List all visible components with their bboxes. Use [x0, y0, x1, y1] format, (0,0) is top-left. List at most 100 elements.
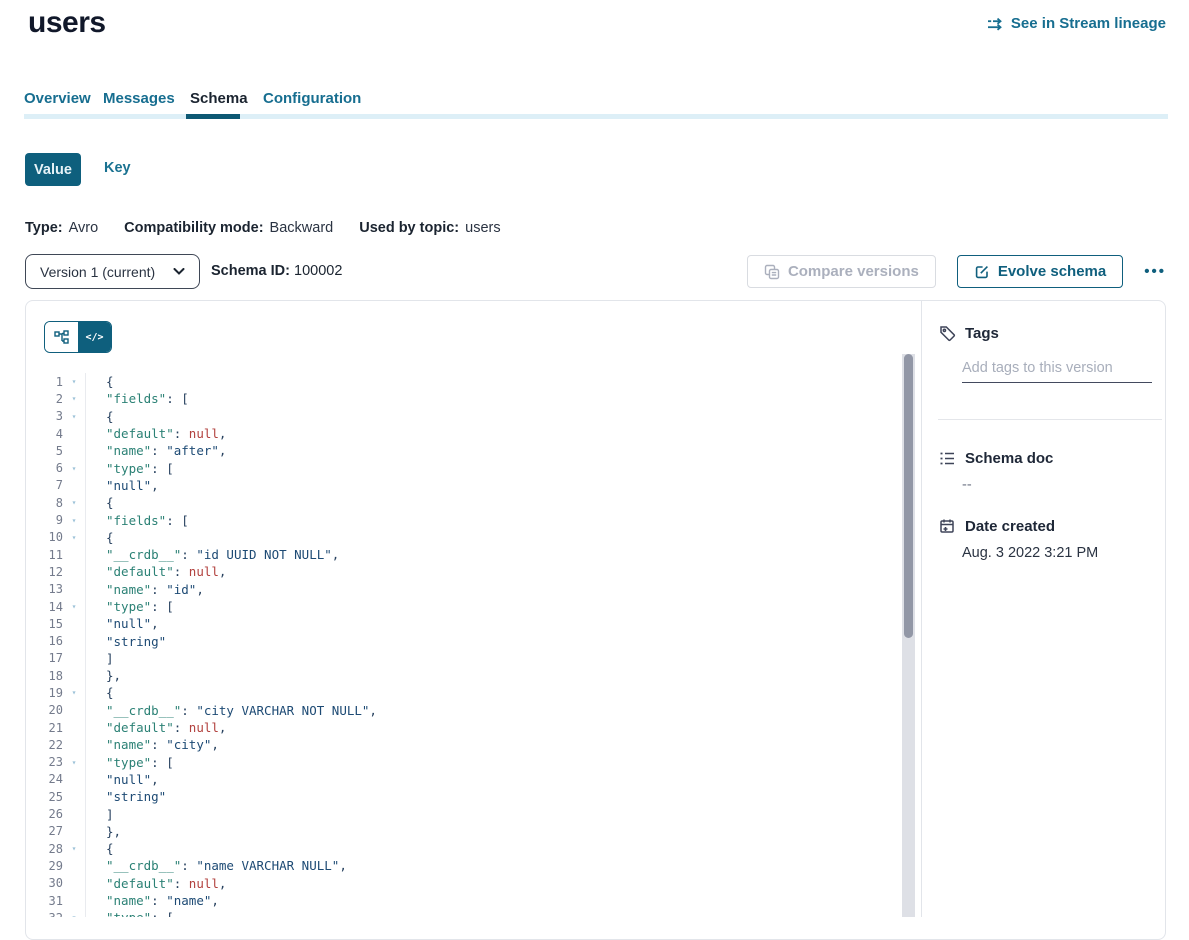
line-number: 6	[26, 461, 63, 475]
line-number: 8	[26, 496, 63, 510]
code-text: },	[85, 667, 902, 684]
tree-view-icon[interactable]	[45, 322, 78, 352]
code-line: 2▾ "fields": [	[26, 390, 902, 407]
code-text: "string"	[85, 632, 902, 649]
line-number: 5	[26, 444, 63, 458]
fold-arrow-icon[interactable]: ▾	[63, 758, 85, 767]
code-text: ]	[85, 650, 902, 667]
used-by-topic-link[interactable]: users	[465, 220, 500, 236]
code-text: {	[85, 408, 902, 425]
code-line: 15 "null",	[26, 615, 902, 632]
compare-versions-icon	[764, 264, 780, 280]
tab-messages[interactable]: Messages	[103, 90, 175, 107]
line-number: 16	[26, 634, 63, 648]
code-line: 11 "__crdb__": "id UUID NOT NULL",	[26, 546, 902, 563]
fold-arrow-icon[interactable]: ▾	[63, 688, 85, 697]
line-number: 23	[26, 755, 63, 769]
code-text: "type": [	[85, 598, 902, 615]
schema-doc-section-header: Schema doc	[939, 450, 1053, 467]
fold-arrow-icon[interactable]: ▾	[63, 602, 85, 611]
line-number: 30	[26, 876, 63, 890]
editor-view-toggle: </>	[44, 321, 112, 353]
editor-scrollbar-thumb[interactable]	[904, 354, 913, 638]
code-line: 5 "name": "after",	[26, 442, 902, 459]
compatibility-value: Backward	[270, 220, 334, 236]
code-line: 3▾ {	[26, 408, 902, 425]
more-options-button[interactable]: •••	[1144, 263, 1166, 280]
code-text: "default": null,	[85, 875, 902, 892]
chevron-down-icon	[173, 268, 185, 275]
line-number: 9	[26, 513, 63, 527]
line-number: 4	[26, 427, 63, 441]
line-number: 25	[26, 790, 63, 804]
line-number: 29	[26, 859, 63, 873]
fold-arrow-icon[interactable]: ▾	[63, 394, 85, 403]
calendar-plus-icon	[939, 518, 956, 535]
tab-schema[interactable]: Schema	[190, 90, 248, 107]
code-text: "default": null,	[85, 563, 902, 580]
code-text: {	[85, 840, 902, 857]
fold-arrow-icon[interactable]: ▾	[63, 377, 85, 386]
code-line: 26 ]	[26, 805, 902, 822]
code-text: },	[85, 823, 902, 840]
code-text: {	[85, 684, 902, 701]
tags-input[interactable]	[962, 353, 1152, 383]
stream-lineage-label: See in Stream lineage	[1011, 15, 1166, 32]
value-toggle-button[interactable]: Value	[25, 153, 81, 186]
code-line: 23▾ "type": [	[26, 754, 902, 771]
code-text: "null",	[85, 615, 902, 632]
code-line: 21 "default": null,	[26, 719, 902, 736]
code-line: 29 "__crdb__": "name VARCHAR NULL",	[26, 857, 902, 874]
version-select-value: Version 1 (current)	[40, 264, 155, 280]
fold-arrow-icon[interactable]: ▾	[63, 844, 85, 853]
fold-arrow-icon[interactable]: ▾	[63, 412, 85, 421]
schema-meta-row: Type: Avro Compatibility mode: Backward …	[25, 220, 527, 236]
tags-title: Tags	[965, 325, 999, 342]
code-line: 14▾ "type": [	[26, 598, 902, 615]
code-text: "type": [	[85, 754, 902, 771]
see-in-stream-lineage-link[interactable]: See in Stream lineage	[987, 15, 1166, 32]
schema-id-label: Schema ID:	[211, 263, 290, 279]
code-text: "__crdb__": "city VARCHAR NOT NULL",	[85, 702, 902, 719]
sidebar-divider	[938, 419, 1162, 420]
fold-arrow-icon[interactable]: ▾	[63, 913, 85, 917]
code-lines: 1▾{2▾ "fields": [3▾ {4 "default": null,5…	[26, 373, 902, 917]
fold-arrow-icon[interactable]: ▾	[63, 533, 85, 542]
schema-doc-title: Schema doc	[965, 450, 1053, 467]
doc-list-icon	[939, 450, 956, 467]
line-number: 2	[26, 392, 63, 406]
tab-configuration[interactable]: Configuration	[263, 90, 361, 107]
code-text: "default": null,	[85, 425, 902, 442]
code-text: "name": "after",	[85, 442, 902, 459]
date-created-value: Aug. 3 2022 3:21 PM	[962, 545, 1098, 561]
type-label: Type:	[25, 220, 63, 236]
code-line: 7 "null",	[26, 477, 902, 494]
fold-arrow-icon[interactable]: ▾	[63, 516, 85, 525]
line-number: 15	[26, 617, 63, 631]
code-text: {	[85, 529, 902, 546]
line-number: 13	[26, 582, 63, 596]
type-value: Avro	[69, 220, 99, 236]
editor-scrollbar-track[interactable]	[902, 354, 915, 917]
key-toggle-button[interactable]: Key	[104, 160, 131, 176]
code-line: 20 "__crdb__": "city VARCHAR NOT NULL",	[26, 702, 902, 719]
code-line: 4 "default": null,	[26, 425, 902, 442]
code-line: 22 "name": "city",	[26, 736, 902, 753]
fold-arrow-icon[interactable]: ▾	[63, 464, 85, 473]
code-line: 31 "name": "name",	[26, 892, 902, 909]
compatibility-label: Compatibility mode:	[124, 220, 263, 236]
code-line: 28▾ {	[26, 840, 902, 857]
line-number: 27	[26, 824, 63, 838]
code-text: ]	[85, 805, 902, 822]
line-number: 11	[26, 548, 63, 562]
compare-versions-button[interactable]: Compare versions	[747, 255, 936, 288]
fold-arrow-icon[interactable]: ▾	[63, 498, 85, 507]
evolve-schema-button[interactable]: Evolve schema	[957, 255, 1123, 288]
line-number: 28	[26, 842, 63, 856]
code-line: 19▾ {	[26, 684, 902, 701]
line-number: 26	[26, 807, 63, 821]
tab-overview[interactable]: Overview	[24, 90, 91, 107]
line-number: 17	[26, 651, 63, 665]
version-select[interactable]: Version 1 (current)	[25, 254, 200, 289]
code-view-icon[interactable]: </>	[78, 322, 111, 352]
